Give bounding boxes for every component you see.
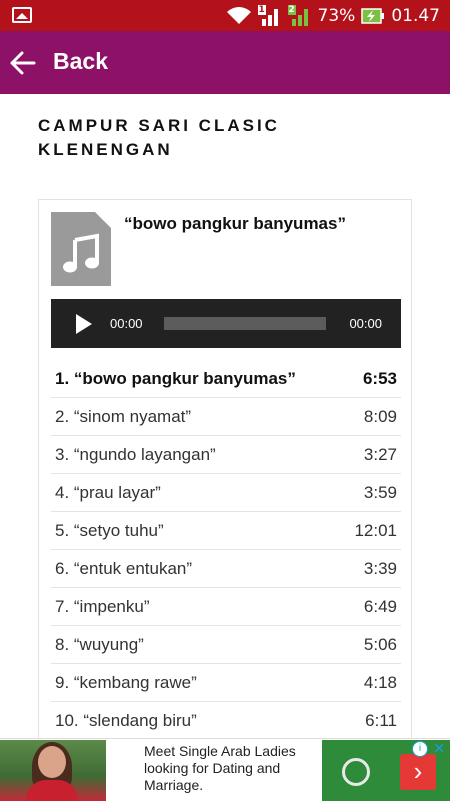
track-duration: 6:11 — [365, 710, 397, 730]
audio-player: 00:00 00:00 — [51, 299, 401, 348]
playlist-track-5[interactable]: 5. “setyo tuhu” 12:01 — [51, 512, 401, 550]
sim1-badge: 1 — [257, 4, 266, 15]
playlist-track-2[interactable]: 2. “sinom nyamat” 8:09 — [51, 398, 401, 436]
playlist-track-3[interactable]: 3. “ngundo layangan” 3:27 — [51, 436, 401, 474]
ad-info-icon[interactable]: i — [412, 741, 428, 757]
battery-charging-icon — [361, 7, 385, 25]
play-icon[interactable] — [75, 313, 93, 335]
arrow-left-icon[interactable] — [8, 49, 36, 77]
track-title: 5. “setyo tuhu” — [55, 520, 164, 540]
track-title: 10. “slendang biru” — [55, 710, 197, 730]
track-title: 2. “sinom nyamat” — [55, 406, 192, 426]
battery-percent: 73% — [317, 5, 356, 26]
track-duration: 4:18 — [363, 672, 397, 692]
music-note-icon — [59, 232, 103, 276]
playlist-track-6[interactable]: 6. “entuk entukan” 3:39 — [51, 550, 401, 588]
audio-playlist: “bowo pangkur banyumas” 00:00 00:00 1. “… — [38, 199, 412, 759]
track-duration: 8:09 — [363, 406, 397, 426]
status-icons: 1 2 73% 01.47 — [226, 0, 440, 31]
signal-sim1-icon: 1 — [257, 4, 282, 27]
gallery-icon — [12, 7, 32, 23]
track-duration: 12:01 — [354, 520, 397, 540]
playlist-track-9[interactable]: 9. “kembang rawe” 4:18 — [51, 664, 401, 702]
track-list: 1. “bowo pangkur banyumas” 6:53 2. “sinom … — [51, 360, 401, 740]
status-bar: 1 2 73% 01.47 — [0, 0, 450, 31]
track-title: 4. “prau layar” — [55, 482, 161, 502]
ad-close-icon[interactable]: ✕ — [433, 740, 445, 757]
playlist-track-10[interactable]: 10. “slendang biru” 6:11 — [51, 702, 401, 740]
wifi-icon — [226, 6, 252, 25]
playlist-track-4[interactable]: 4. “prau layar” 3:59 — [51, 474, 401, 512]
seek-bar[interactable] — [164, 317, 326, 330]
back-button[interactable]: Back — [53, 48, 108, 75]
duration-time: 00:00 — [349, 316, 382, 331]
sim2-badge: 2 — [287, 4, 296, 15]
playlist-track-8[interactable]: 8. “wuyung” 5:06 — [51, 626, 401, 664]
ad-open-button[interactable]: › — [400, 754, 436, 790]
signal-sim2-icon: 2 — [287, 4, 312, 27]
app-bar: Back — [0, 31, 450, 94]
ad-logo[interactable]: › — [322, 740, 450, 801]
track-title: 9. “kembang rawe” — [55, 672, 197, 692]
track-duration: 6:49 — [363, 596, 397, 616]
track-title: 7. “impenku” — [55, 596, 150, 616]
track-duration: 6:53 — [362, 368, 397, 388]
track-title: 3. “ngundo layangan” — [55, 444, 216, 464]
track-duration: 3:27 — [363, 444, 397, 464]
ad-text[interactable]: Meet Single Arab Ladies looking for Dati… — [144, 743, 314, 794]
audio-file-thumbnail — [51, 212, 111, 286]
current-time: 00:00 — [110, 316, 143, 331]
now-playing-title: “bowo pangkur banyumas” — [124, 214, 346, 233]
playlist-track-7[interactable]: 7. “impenku” 6:49 — [51, 588, 401, 626]
page-title: CAMPUR SARI CLASIC KLENENGAN — [38, 116, 280, 159]
ad-banner[interactable]: Meet Single Arab Ladies looking for Dati… — [0, 738, 450, 801]
ad-brand-icon — [342, 758, 370, 786]
track-duration: 3:39 — [363, 558, 397, 578]
clock: 01.47 — [391, 5, 440, 26]
track-duration: 5:06 — [363, 634, 397, 654]
track-duration: 3:59 — [363, 482, 397, 502]
ad-image[interactable] — [0, 740, 106, 801]
track-title: 8. “wuyung” — [55, 634, 144, 654]
track-title: 6. “entuk entukan” — [55, 558, 193, 578]
playlist-track-1[interactable]: 1. “bowo pangkur banyumas” 6:53 — [51, 360, 401, 398]
track-title: 1. “bowo pangkur banyumas” — [55, 368, 296, 388]
